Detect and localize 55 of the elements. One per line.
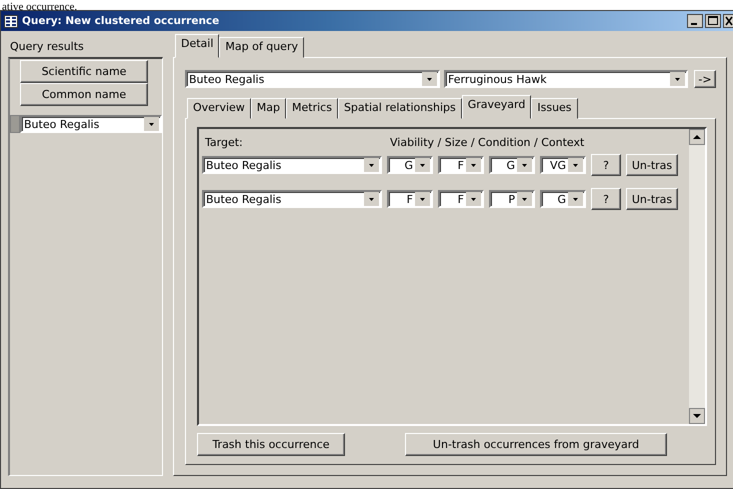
dropdown-icon[interactable] xyxy=(364,158,379,172)
close-icon[interactable] xyxy=(723,14,733,28)
untrash-button[interactable]: Un-tras xyxy=(626,188,678,210)
dropdown-icon[interactable] xyxy=(568,158,583,172)
tab[interactable]: Spatial relationships xyxy=(338,98,462,119)
scroll-up-icon[interactable] xyxy=(689,129,705,145)
tab[interactable]: Issues xyxy=(531,98,578,119)
document-text: ative occurrence. xyxy=(2,2,78,12)
maximize-icon[interactable] xyxy=(705,14,721,28)
tab[interactable]: Detail xyxy=(175,34,220,58)
go-button[interactable]: -> xyxy=(694,70,716,88)
rating-combo[interactable]: VG xyxy=(540,156,586,174)
rating-combo[interactable]: P xyxy=(489,190,535,208)
form-icon xyxy=(4,14,18,28)
tab[interactable]: Metrics xyxy=(286,98,338,119)
ratings-label: Viability / Size / Condition / Context xyxy=(390,136,584,149)
sort-button[interactable]: Scientific name xyxy=(20,60,148,83)
help-button[interactable]: ? xyxy=(591,154,621,176)
rating-combo[interactable]: G xyxy=(387,156,433,174)
dropdown-icon[interactable] xyxy=(364,192,379,206)
trash-button[interactable]: Trash this occurrence xyxy=(197,433,345,456)
sort-button[interactable]: Common name xyxy=(20,83,148,106)
query-results-label: Query results xyxy=(9,39,85,55)
rating-combo[interactable]: F xyxy=(387,190,433,208)
tab[interactable]: Overview xyxy=(187,98,251,119)
dropdown-icon[interactable] xyxy=(670,72,685,86)
dropdown-icon[interactable] xyxy=(415,192,430,206)
window-title: Query: New clustered occurrence xyxy=(22,15,220,27)
dropdown-icon[interactable] xyxy=(144,117,159,131)
rating-combo[interactable]: G xyxy=(489,156,535,174)
target-label: Target: xyxy=(205,136,244,149)
species-combo[interactable]: Buteo Regalis xyxy=(20,115,162,133)
dropdown-icon[interactable] xyxy=(466,192,481,206)
dropdown-icon[interactable] xyxy=(422,72,437,86)
scroll-down-icon[interactable] xyxy=(689,408,705,424)
rating-combo[interactable]: F xyxy=(438,190,484,208)
tab[interactable]: Map xyxy=(250,98,286,119)
tab[interactable]: Graveyard xyxy=(462,95,532,119)
tab[interactable]: Map of query xyxy=(219,37,304,58)
scientific-name-combo[interactable]: Buteo Regalis xyxy=(185,70,440,88)
common-name-combo[interactable]: Ferruginous Hawk xyxy=(444,70,688,88)
rating-combo[interactable]: G xyxy=(540,190,586,208)
help-button[interactable]: ? xyxy=(591,188,621,210)
dropdown-icon[interactable] xyxy=(466,158,481,172)
target-combo[interactable]: Buteo Regalis xyxy=(202,190,382,208)
dropdown-icon[interactable] xyxy=(517,192,532,206)
dropdown-icon[interactable] xyxy=(415,158,430,172)
untrash-all-button[interactable]: Un-trash occurrences from graveyard xyxy=(405,433,667,456)
dropdown-icon[interactable] xyxy=(517,158,532,172)
scrollbar[interactable] xyxy=(689,129,705,424)
target-combo[interactable]: Buteo Regalis xyxy=(202,156,382,174)
minimize-icon[interactable] xyxy=(687,14,703,28)
rating-combo[interactable]: F xyxy=(438,156,484,174)
untrash-button[interactable]: Un-tras xyxy=(626,154,678,176)
dropdown-icon[interactable] xyxy=(568,192,583,206)
